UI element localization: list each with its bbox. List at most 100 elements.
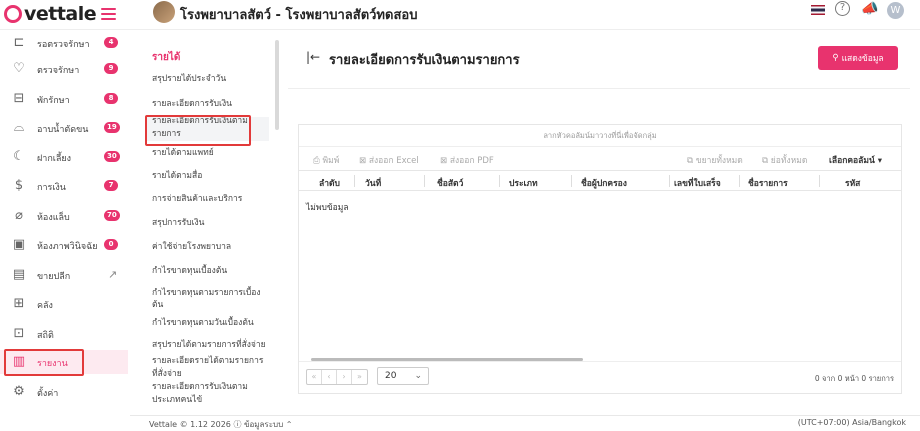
count-badge: 30: [104, 151, 120, 162]
submenu-item[interactable]: กำไรขาดทุนเบื้องต้น: [152, 265, 272, 277]
sidebar-item-0[interactable]: ⊏ รอตรวจรักษา 4: [0, 31, 128, 55]
expand-all-button[interactable]: ⧉ ขยายทั้งหมด: [687, 153, 743, 167]
table-header: ลำดับ วันที่ ชื่อสัตว์ ประเภท ชื่อผู้ปกครอง เ…: [299, 171, 901, 191]
column-header[interactable]: รหัส: [845, 176, 860, 190]
submenu-item[interactable]: รายได้ตามแพทย์: [152, 147, 272, 159]
pagination-bar: « ‹ › » 20 ⌄ 0 จาก 0 หน้า 0 รายการ: [299, 361, 901, 393]
gear-icon: ⚙: [13, 384, 25, 399]
hospital-name: โรงพยาบาลสัตว์ - โรงพยาบาลสัตว์ทดสอบ: [180, 8, 418, 23]
column-header[interactable]: วันที่: [365, 176, 381, 190]
print-button[interactable]: ⎙ พิมพ์: [313, 153, 339, 167]
footer-timezone: (UTC+07:00) Asia/Bangkok: [797, 418, 906, 427]
submenu-item[interactable]: รายละเอียดการรับเงินตาม: [152, 381, 272, 393]
prev-page-button[interactable]: ‹: [322, 370, 337, 384]
submenu-item[interactable]: ประเภทคนไข้: [152, 394, 272, 406]
column-separator[interactable]: [571, 175, 572, 187]
choose-columns-button[interactable]: เลือกคอลัมน์ ▾: [829, 153, 882, 167]
submenu-item[interactable]: การจ่ายสินค้าและบริการ: [152, 193, 272, 205]
submenu-item[interactable]: รายละเอียดรายได้ตามรายการ: [152, 355, 272, 367]
user-avatar[interactable]: W: [887, 2, 904, 19]
column-separator[interactable]: [819, 175, 820, 187]
count-badge: 7: [104, 180, 118, 191]
footer: Vettale © 1.12 2026 ⓘ ข้อมูลระบบ ⌃ (UTC+…: [130, 415, 920, 431]
sidebar-item-label: คลัง: [37, 301, 53, 311]
column-header[interactable]: ชื่อผู้ปกครอง: [581, 176, 627, 190]
column-separator[interactable]: [499, 175, 500, 187]
group-panel[interactable]: ลากหัวคอลัมน์มาวางที่นี่เพื่อจัดกลุ่ม: [299, 125, 901, 147]
submenu-item[interactable]: สรุปรายได้ประจำวัน: [152, 73, 272, 85]
submenu-item[interactable]: ที่สั่งจ่าย: [152, 368, 272, 380]
submenu-item[interactable]: ค่าใช้จ่ายโรงพยาบาล: [152, 241, 272, 253]
first-page-button[interactable]: «: [307, 370, 322, 384]
count-badge: 8: [104, 93, 118, 104]
count-badge: 9: [104, 63, 118, 74]
money-icon: $: [14, 178, 24, 193]
vettale-logo[interactable]: vettale: [4, 3, 97, 25]
search-icon: ⚲: [832, 53, 839, 63]
printer-icon: ⎙: [313, 156, 320, 166]
sidebar-item-5[interactable]: $ การเงิน 7: [0, 174, 128, 198]
sidebar-item-6[interactable]: ⌀ ห้องแล็บ 70: [0, 204, 128, 228]
hamburger-menu-icon[interactable]: [101, 8, 116, 20]
submenu-item[interactable]: รายได้ตามสื่อ: [152, 170, 272, 182]
submenu-title: รายได้: [152, 52, 181, 63]
export-pdf-button[interactable]: ⊠ ส่งออก PDF: [440, 153, 494, 167]
queue-icon: ⊏: [13, 35, 25, 50]
collapse-icon: ⧉: [762, 156, 769, 166]
chevron-down-icon: ⌄: [414, 371, 422, 381]
sidebar-item-3[interactable]: ⌓ อาบน้ำตัดขน 19: [0, 116, 128, 140]
help-icon[interactable]: ?: [835, 1, 850, 16]
last-page-button[interactable]: »: [352, 370, 367, 384]
page-info: 0 จาก 0 หน้า 0 รายการ: [814, 374, 894, 383]
no-data-text: ไม่พบข้อมูล: [306, 203, 349, 213]
column-separator[interactable]: [739, 175, 740, 187]
sidebar-item-10[interactable]: ⊡ สถิติ: [0, 322, 128, 346]
hospital-avatar: [153, 1, 175, 23]
sidebar-item-12[interactable]: ⚙ ตั้งค่า: [0, 380, 128, 404]
column-header[interactable]: ชื่อรายการ: [748, 176, 788, 190]
export-excel-button[interactable]: ⊠ ส่งออก Excel: [359, 153, 419, 167]
next-page-button[interactable]: ›: [337, 370, 352, 384]
sidebar-item-9[interactable]: ⊞ คลัง: [0, 292, 128, 316]
sidebar-item-label: ขายปลีก: [37, 272, 71, 282]
sidebar-item-7[interactable]: ▣ ห้องภาพวินิจฉัย 0: [0, 233, 128, 257]
sidebar-item-label: ตั้งค่า: [37, 389, 59, 399]
submenu-scrollbar[interactable]: [275, 40, 279, 130]
external-link-icon[interactable]: ↗: [108, 268, 117, 281]
collapse-all-button[interactable]: ⧉ ย่อทั้งหมด: [762, 153, 807, 167]
sidebar-item-label: ตรวจรักษา: [37, 66, 80, 76]
sidebar-item-8[interactable]: ▤ ขายปลีก ↗: [0, 263, 128, 287]
submenu-item[interactable]: สรุปรายได้ตามรายการที่สั่งจ่าย: [152, 339, 272, 351]
submenu-item[interactable]: ต้น: [152, 299, 272, 311]
submenu-item[interactable]: กำไรขาดทุนตามรายการเบื้อง: [152, 287, 272, 299]
sidebar-item-label: รอตรวจรักษา: [37, 40, 90, 50]
sidebar-item-1[interactable]: ♡ ตรวจรักษา 9: [0, 57, 128, 81]
collapse-left-icon[interactable]: |←: [306, 50, 320, 64]
show-data-button[interactable]: ⚲ แสดงข้อมูล: [818, 46, 898, 70]
sidebar-item-2[interactable]: ⊟ พักรักษา 8: [0, 87, 128, 111]
column-header[interactable]: ลำดับ: [319, 176, 340, 190]
submenu-item[interactable]: สรุปการรับเงิน: [152, 217, 272, 229]
thai-flag-icon[interactable]: [811, 5, 825, 15]
footer-version[interactable]: Vettale © 1.12 2026 ⓘ ข้อมูลระบบ ⌃: [149, 418, 292, 431]
sidebar-item-label: อาบน้ำตัดขน: [37, 125, 89, 135]
show-data-label: แสดงข้อมูล: [841, 54, 884, 64]
column-separator[interactable]: [354, 175, 355, 187]
column-separator[interactable]: [424, 175, 425, 187]
excel-label: ส่งออก Excel: [368, 156, 419, 166]
inventory-icon: ⊞: [13, 296, 25, 311]
column-header[interactable]: ประเภท: [509, 176, 538, 190]
megaphone-icon[interactable]: 📣: [861, 1, 878, 17]
page-size-select[interactable]: 20 ⌄: [377, 367, 429, 385]
page-nav: « ‹ › »: [306, 369, 368, 385]
column-header[interactable]: ชื่อสัตว์: [437, 176, 463, 190]
stethoscope-icon: ♡: [13, 61, 25, 76]
submenu-item[interactable]: รายละเอียดการรับเงิน: [152, 98, 272, 110]
print-label: พิมพ์: [322, 156, 340, 166]
sidebar-item-4[interactable]: ☾ ฝากเลี้ยง 30: [0, 145, 128, 169]
submenu-item[interactable]: กำไรขาดทุนตามวันเบื้องต้น: [152, 317, 272, 329]
page-size-value: 20: [385, 371, 397, 381]
sidebar-item-label: การเงิน: [37, 183, 66, 193]
column-header[interactable]: เลขที่ใบเสร็จ: [674, 176, 721, 190]
column-separator[interactable]: [669, 175, 670, 187]
